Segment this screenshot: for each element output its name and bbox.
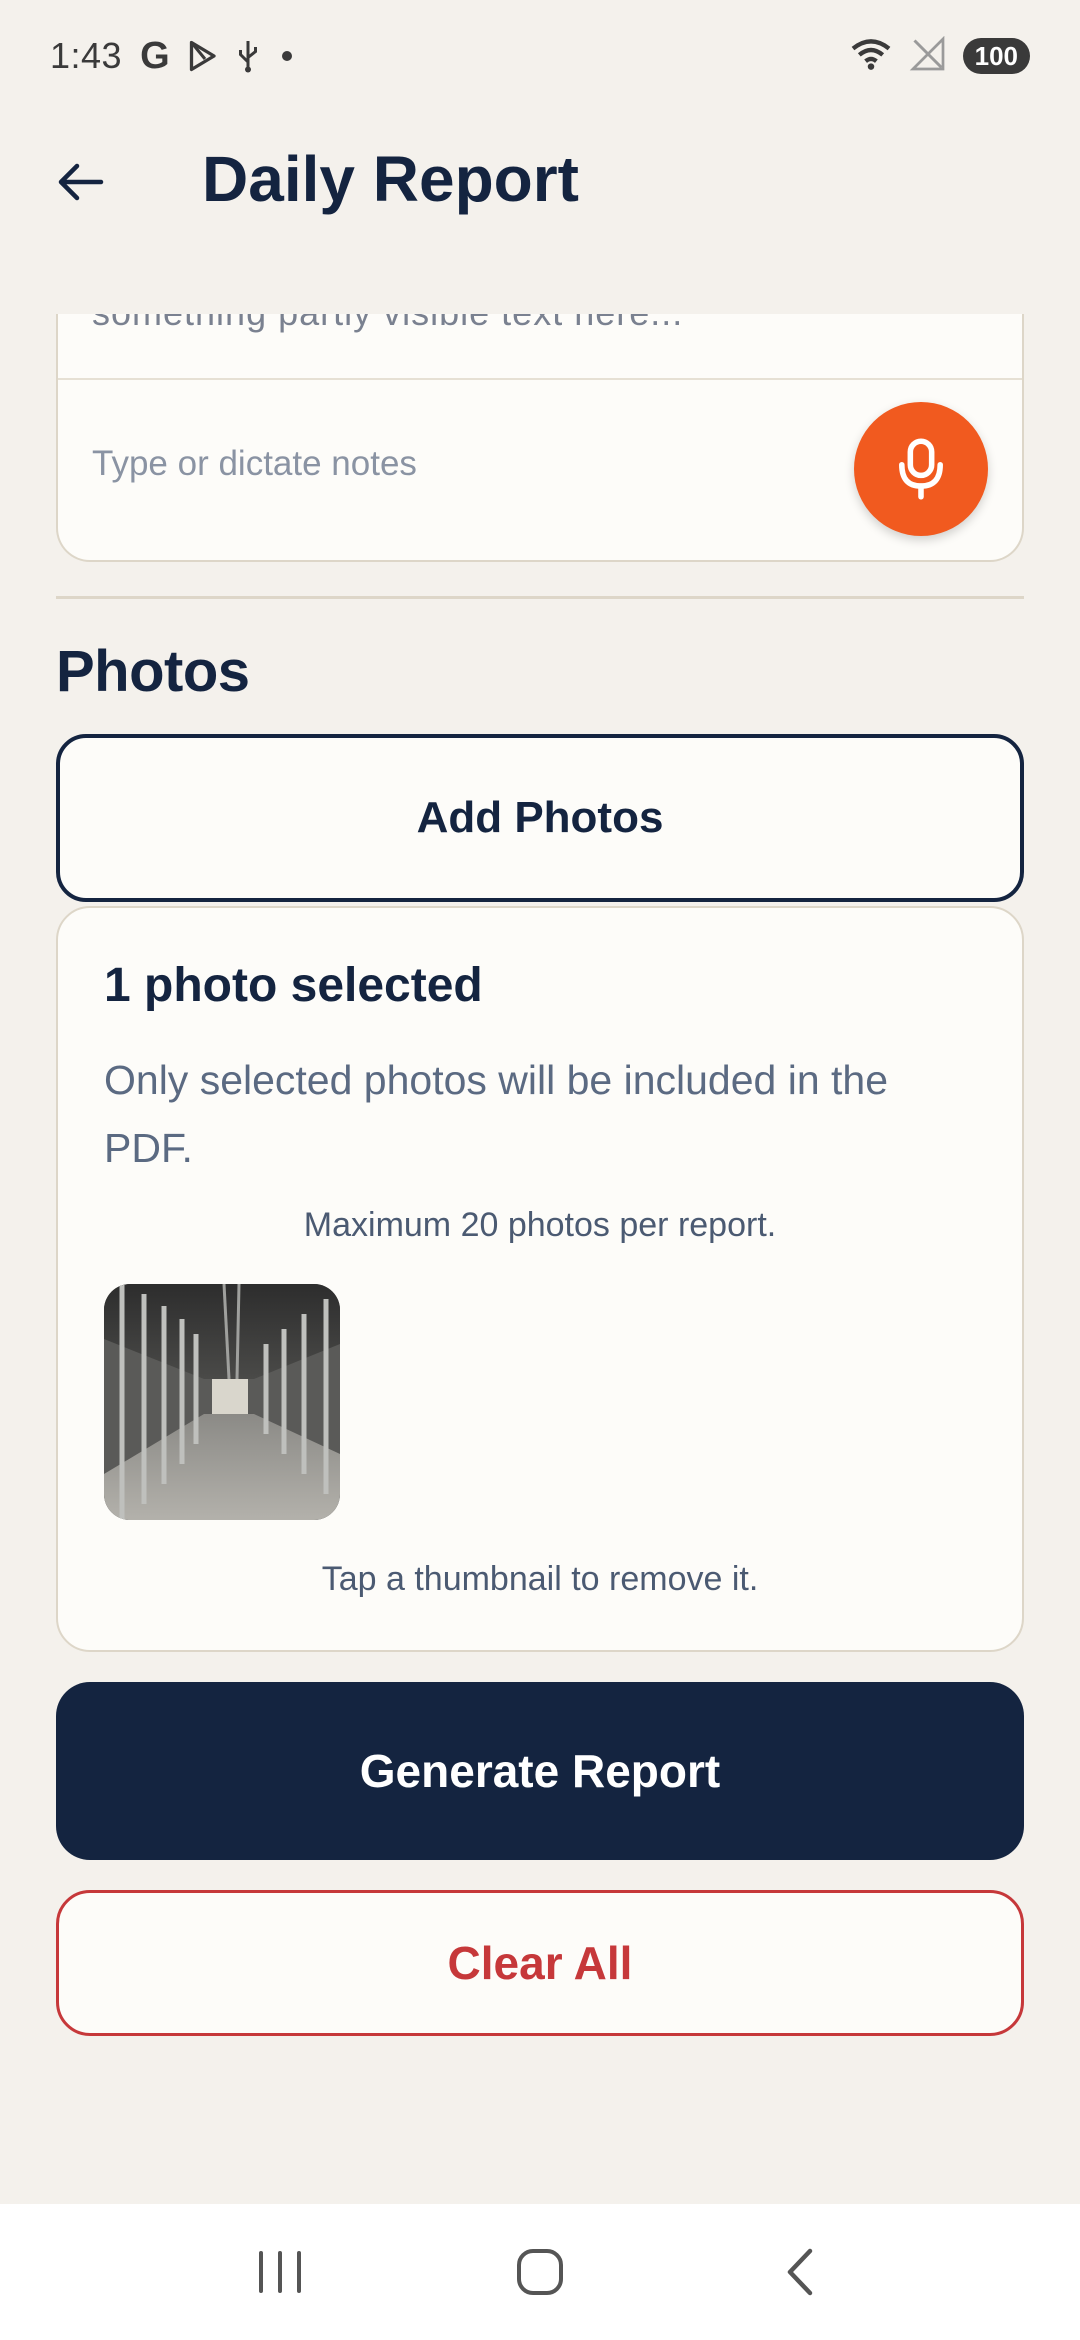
play-store-icon <box>184 38 220 74</box>
photo-max-label: Maximum 20 photos per report. <box>303 1206 777 1244</box>
status-notification-icons: G <box>140 35 292 78</box>
recent-apps-button[interactable] <box>235 2227 325 2317</box>
notes-previous-entry: something partly visible text here... <box>58 314 1022 380</box>
screen: 1:43 G 100 Daily Report Type or dictate … <box>0 0 1080 2340</box>
no-signal-icon <box>909 35 947 77</box>
status-system-icons: 100 <box>849 35 1030 77</box>
selected-photos-card: 1 photo selected Only selected photos wi… <box>56 906 1024 1652</box>
arrow-left-icon <box>58 163 104 201</box>
dictate-button[interactable] <box>854 402 988 536</box>
notes-card: something partly visible text here... <box>56 314 1024 562</box>
wifi-icon <box>849 36 893 77</box>
back-nav-button[interactable] <box>755 2227 845 2317</box>
photo-thumbnail-image <box>104 1284 340 1520</box>
system-nav-bar <box>0 2204 1080 2340</box>
page-title: Daily Report <box>202 143 579 215</box>
photos-section-title: Photos <box>56 639 250 704</box>
status-time: 1:43 <box>50 35 123 76</box>
add-photos-button[interactable]: Add Photos <box>56 734 1024 902</box>
back-button[interactable] <box>50 152 110 212</box>
photo-thumbnail[interactable] <box>104 1284 340 1520</box>
microphone-icon <box>899 438 943 500</box>
thumbnail-hint: Tap a thumbnail to remove it. <box>321 1560 759 1598</box>
clear-all-button[interactable]: Clear All <box>56 1890 1024 2036</box>
recent-apps-icon <box>259 2251 301 2293</box>
battery-indicator: 100 <box>962 38 1030 74</box>
photo-count-label: 1 photo selected <box>104 959 483 1012</box>
chevron-left-icon <box>787 2248 813 2296</box>
notes-previous-entry-text: something partly visible text here... <box>92 314 683 334</box>
status-bar: 1:43 G 100 <box>0 0 1080 112</box>
notes-input[interactable] <box>92 434 852 494</box>
photo-inclusion-note: Only selected photos will be included in… <box>104 1057 889 1171</box>
generate-report-button[interactable]: Generate Report <box>56 1682 1024 1860</box>
google-icon: G <box>140 34 170 77</box>
usb-icon <box>234 38 262 74</box>
notification-dot-icon <box>281 51 292 61</box>
section-divider <box>56 596 1024 599</box>
home-button[interactable] <box>495 2227 585 2317</box>
app-bar: Daily Report <box>0 112 1080 252</box>
home-icon <box>517 2249 563 2295</box>
